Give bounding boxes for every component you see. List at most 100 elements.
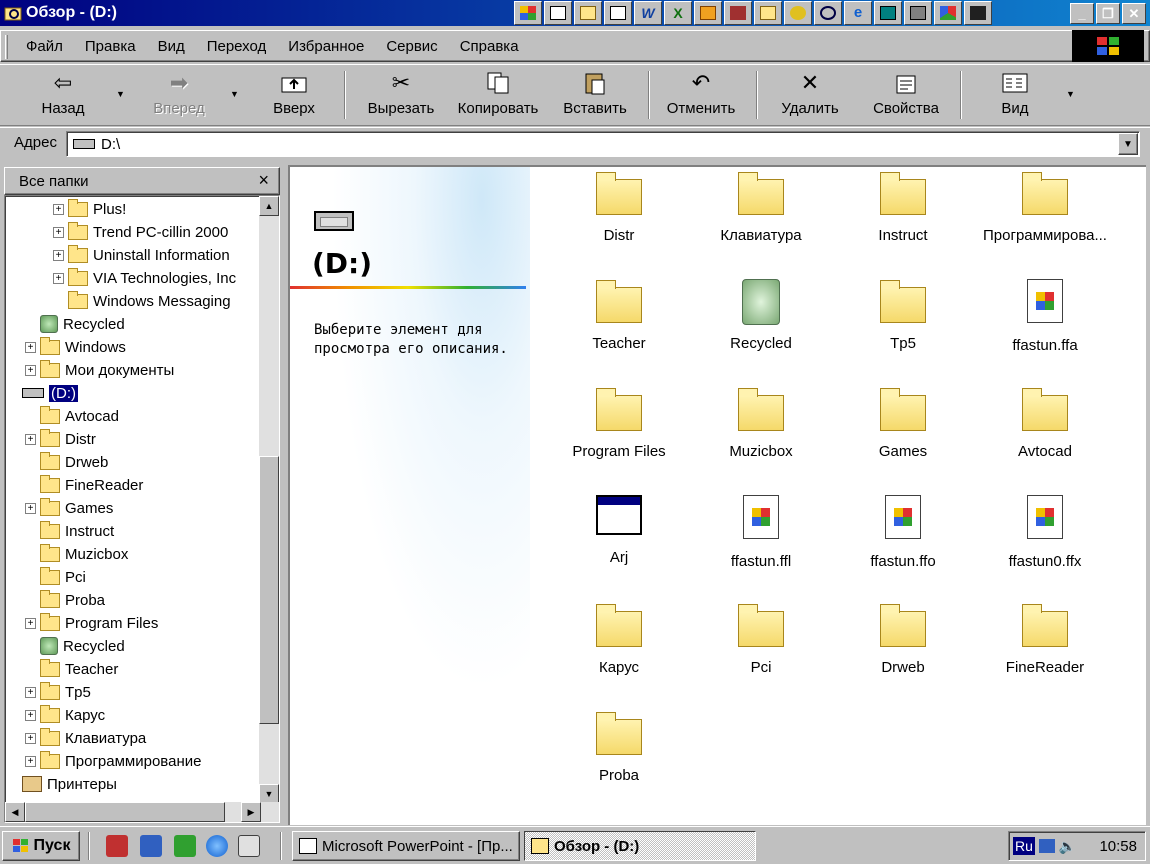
tree-item[interactable]: Windows Messaging <box>53 290 231 312</box>
tree-item[interactable]: Instruct <box>25 520 114 542</box>
properties-button[interactable]: Свойства <box>866 69 946 121</box>
tree-item[interactable]: Proba <box>25 589 105 611</box>
access-icon[interactable] <box>724 1 752 25</box>
scroll-thumb[interactable] <box>259 456 279 724</box>
paste-button[interactable]: Вставить <box>558 69 632 121</box>
tree-item[interactable]: + VIA Technologies, Inc <box>53 267 236 289</box>
title-bar[interactable]: Обзор - (D:) W X e _ ❐ ✕ <box>0 0 1150 26</box>
scroll-up-icon[interactable]: ▲ <box>259 196 279 216</box>
tree-item[interactable]: Recycled <box>25 635 125 657</box>
tree-item[interactable]: + Клавиатура <box>25 727 146 749</box>
view-button[interactable]: Вид <box>990 69 1040 121</box>
file-item[interactable]: Distr <box>548 171 690 244</box>
menu-favorites[interactable]: Избранное <box>277 38 375 55</box>
tree-item[interactable]: + Мои документы <box>25 359 174 381</box>
expand-icon[interactable]: + <box>53 249 64 261</box>
up-button[interactable]: Вверх <box>266 69 322 121</box>
task-explorer[interactable]: Обзор - (D:) <box>524 831 756 861</box>
menu-file[interactable]: Файл <box>15 38 74 55</box>
file-item[interactable]: ffastun0.ffx <box>974 495 1116 570</box>
tree-horizontal-scrollbar[interactable]: ◀ ▶ <box>5 802 279 822</box>
scroll-down-icon[interactable]: ▼ <box>259 784 279 804</box>
view-dropdown-icon[interactable]: ▼ <box>1066 89 1075 99</box>
file-item[interactable]: Proba <box>548 711 690 784</box>
expand-icon[interactable]: + <box>25 617 36 629</box>
tree-vertical-scrollbar[interactable]: ▲ ▼ <box>259 196 279 804</box>
file-item[interactable]: Instruct <box>832 171 974 244</box>
tree-item[interactable]: Pci <box>25 566 86 588</box>
tree-item[interactable]: Принтеры <box>7 773 117 795</box>
file-item[interactable]: Recycled <box>690 279 832 352</box>
expand-icon[interactable]: + <box>25 502 36 514</box>
tree-item[interactable]: (D:) <box>7 382 79 404</box>
disk-icon[interactable] <box>904 1 932 25</box>
tree-item[interactable]: FineReader <box>25 474 143 496</box>
keys-icon[interactable] <box>784 1 812 25</box>
ie-icon[interactable]: e <box>844 1 872 25</box>
file-item[interactable]: ffastun.ffo <box>832 495 974 570</box>
expand-icon[interactable]: + <box>25 433 36 445</box>
menu-help[interactable]: Справка <box>449 38 530 55</box>
menu-edit[interactable]: Правка <box>74 38 147 55</box>
close-button[interactable]: ✕ <box>1122 3 1146 24</box>
undo-button[interactable]: ↶ Отменить <box>662 69 740 121</box>
tree-item[interactable]: + Plus! <box>53 198 126 220</box>
back-dropdown-icon[interactable]: ▼ <box>116 89 125 99</box>
maximize-button[interactable]: ❐ <box>1096 3 1120 24</box>
tree-item[interactable]: Drweb <box>25 451 108 473</box>
tree-item[interactable]: + Карус <box>25 704 105 726</box>
desktop-shortcut-icon[interactable] <box>174 835 196 857</box>
expand-icon[interactable]: + <box>25 709 36 721</box>
network-tray-icon[interactable] <box>1038 839 1055 853</box>
file-item[interactable]: FineReader <box>974 603 1116 676</box>
file-item[interactable]: Программирова... <box>974 171 1116 244</box>
outlook-icon[interactable] <box>754 1 782 25</box>
delete-button[interactable]: ✕ Удалить <box>776 69 844 121</box>
file-item[interactable]: Avtocad <box>974 387 1116 460</box>
desktop-icon[interactable] <box>874 1 902 25</box>
file-item[interactable]: Pci <box>690 603 832 676</box>
expand-icon[interactable]: + <box>25 341 36 353</box>
office-icon[interactable] <box>514 1 542 25</box>
shortcut-icon[interactable] <box>604 1 632 25</box>
tree-item[interactable]: + Windows <box>25 336 126 358</box>
network-icon[interactable] <box>140 835 162 857</box>
tree-item[interactable]: + Distr <box>25 428 96 450</box>
scroll-left-icon[interactable]: ◀ <box>5 802 25 822</box>
volume-icon[interactable]: 🔈 <box>1059 838 1076 855</box>
new-document-icon[interactable] <box>544 1 572 25</box>
file-item[interactable]: Карус <box>548 603 690 676</box>
file-item[interactable]: ffastun.ffa <box>974 279 1116 354</box>
address-input[interactable]: D:\ ▼ <box>66 131 1140 157</box>
tree-item[interactable]: Muzicbox <box>25 543 128 565</box>
tree-item[interactable]: + Games <box>25 497 113 519</box>
word-icon[interactable]: W <box>634 1 662 25</box>
file-item[interactable]: ffastun.ffl <box>690 495 832 570</box>
menu-tools[interactable]: Сервис <box>375 38 448 55</box>
tree-item[interactable]: Teacher <box>25 658 118 680</box>
scroll-right-icon[interactable]: ▶ <box>241 802 261 822</box>
paint-icon[interactable] <box>934 1 962 25</box>
address-dropdown-button[interactable]: ▼ <box>1118 133 1138 155</box>
find-icon[interactable] <box>814 1 842 25</box>
file-item[interactable]: Arj <box>548 495 690 566</box>
notepad-shortcut-icon[interactable] <box>238 835 260 857</box>
minimize-button[interactable]: _ <box>1070 3 1094 24</box>
expand-icon[interactable]: + <box>25 364 36 376</box>
expand-icon[interactable]: + <box>53 203 64 215</box>
tree-item[interactable]: + Trend PC-cillin 2000 <box>53 221 228 243</box>
expand-icon[interactable]: + <box>53 226 64 238</box>
tree-item[interactable]: + Tp5 <box>25 681 91 703</box>
file-item[interactable]: Teacher <box>548 279 690 352</box>
h-scroll-thumb[interactable] <box>25 802 225 822</box>
task-powerpoint[interactable]: Microsoft PowerPoint - [Пр... <box>292 831 520 861</box>
tree-item[interactable]: + Program Files <box>25 612 158 634</box>
language-indicator[interactable]: Ru <box>1013 837 1035 855</box>
file-item[interactable]: Клавиатура <box>690 171 832 244</box>
tree-item[interactable]: Avtocad <box>25 405 119 427</box>
open-document-icon[interactable] <box>574 1 602 25</box>
menu-go[interactable]: Переход <box>196 38 278 55</box>
office-shortcut-icon[interactable] <box>106 835 128 857</box>
file-item[interactable]: Games <box>832 387 974 460</box>
back-button[interactable]: ⇦ Назад <box>34 69 92 121</box>
